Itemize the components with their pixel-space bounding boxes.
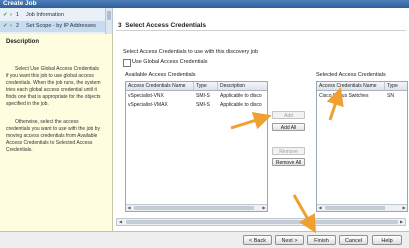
arrow-to-add-icon [230,112,272,130]
arrow-to-selected-icon [326,87,344,121]
annotation-arrows [230,87,344,234]
arrow-to-finish-icon [292,194,316,234]
